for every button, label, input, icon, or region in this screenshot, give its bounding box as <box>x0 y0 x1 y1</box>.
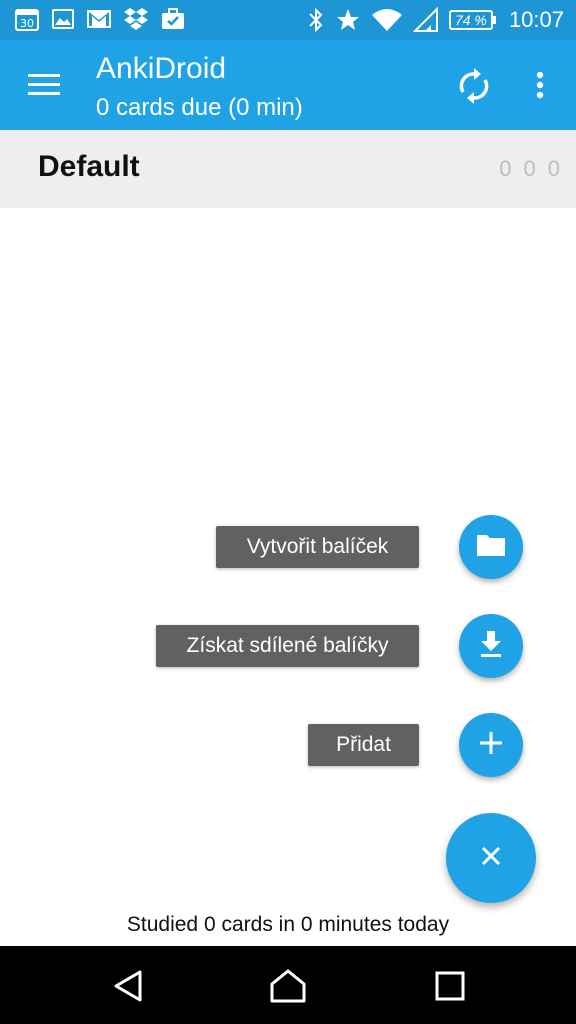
status-bar: 30 74 % 10:07 <box>0 0 576 40</box>
deck-name: Default <box>38 150 140 183</box>
create-deck-label[interactable]: Vytvořit balíček <box>216 526 419 568</box>
battery-icon: 74 % <box>448 10 496 30</box>
new-count: 0 <box>499 156 512 181</box>
deck-counts: 0 0 0 <box>499 156 560 182</box>
sync-icon[interactable] <box>454 66 494 106</box>
system-icons: 74 % 10:07 <box>307 4 564 36</box>
create-deck-button[interactable] <box>459 515 523 579</box>
dropbox-icon <box>123 6 149 32</box>
star-icon <box>335 7 361 33</box>
wifi-icon <box>371 7 403 33</box>
studied-summary: Studied 0 cards in 0 minutes today <box>126 913 450 936</box>
deck-row-default[interactable]: Default 0 0 0 <box>0 130 576 208</box>
learn-count: 0 <box>523 156 536 181</box>
bluetooth-icon <box>307 7 325 33</box>
navigation-bar <box>0 946 576 1024</box>
close-icon <box>480 845 502 872</box>
add-button[interactable] <box>459 713 523 777</box>
back-icon[interactable] <box>108 968 148 1004</box>
folder-icon <box>475 531 507 564</box>
app-subtitle: 0 cards due (0 min) <box>96 94 303 121</box>
close-fab-menu-button[interactable] <box>446 813 536 903</box>
clock: 10:07 <box>508 7 564 32</box>
app-title: AnkiDroid <box>96 52 227 85</box>
briefcase-icon <box>160 7 186 31</box>
app-bar: AnkiDroid 0 cards due (0 min) <box>0 40 576 130</box>
recent-apps-icon[interactable] <box>430 968 470 1004</box>
plus-icon <box>477 729 505 762</box>
hamburger-menu-icon[interactable] <box>26 70 64 100</box>
add-label[interactable]: Přidat <box>308 724 419 766</box>
cell-signal-icon <box>412 7 439 33</box>
screen: 30 74 % 10:07 AnkiDroid 0 cards due (0 m… <box>0 0 576 1024</box>
more-vertical-icon[interactable] <box>526 66 554 106</box>
review-count: 0 <box>547 156 560 181</box>
get-shared-decks-label[interactable]: Získat sdílené balíčky <box>156 625 419 667</box>
gmail-icon <box>86 8 112 30</box>
calendar-day: 30 <box>20 17 34 30</box>
notification-icons: 30 <box>14 6 186 32</box>
get-shared-decks-button[interactable] <box>459 614 523 678</box>
home-icon[interactable] <box>268 968 308 1004</box>
image-icon <box>51 7 75 31</box>
calendar-icon: 30 <box>14 6 40 32</box>
download-icon <box>477 629 505 664</box>
